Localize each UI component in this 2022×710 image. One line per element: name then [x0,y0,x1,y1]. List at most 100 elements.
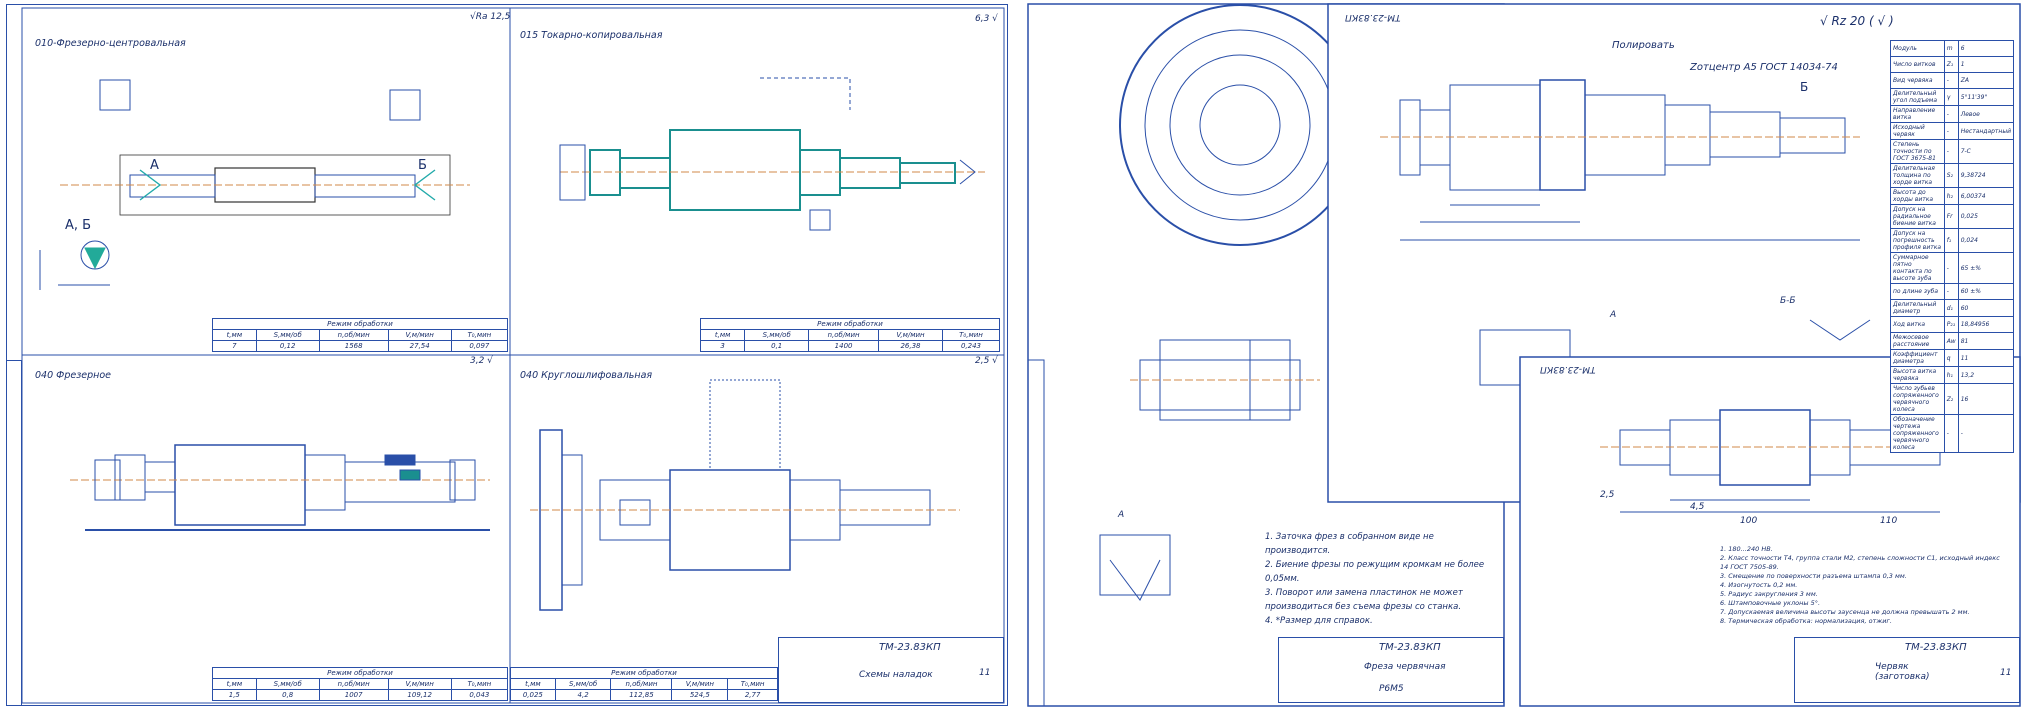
hob-cutter-drawing [1099,4,1361,601]
op010-part-drawing [39,79,470,290]
param-symbol: S₂ [1943,163,1959,188]
param-name: Делительная толщина по хорде витка [1890,163,1945,188]
param-value: 13,2 [1957,366,2015,384]
blank-note: 5. Радиус закругления 3 мм. [1720,590,1818,598]
param-name: по длине зуба [1890,283,1945,300]
op040-milling-title: 040 Фрезерное [35,370,111,381]
worm-callout-center: Zотцентр А5 ГОСТ 14034-74 [1690,62,1838,73]
param-symbol: q [1943,349,1959,367]
mode-cell: 26,38 [878,340,943,352]
drawing-linework [21,3,2021,707]
param-value: 9,38724 [1957,163,2015,188]
param-value: - [1957,414,2015,453]
param-symbol: m [1943,40,1959,57]
mode-cell: 112,85 [610,689,673,701]
blank-note: 3. Смещение по поверхности разъема штамп… [1720,572,1907,580]
param-value: 18,84956 [1957,316,2015,333]
mode-cell: 2,77 [727,689,778,701]
param-name: Допуск на погрешность профиля витка [1890,228,1945,253]
blank-note: 1. 180...240 НВ. [1720,545,1773,553]
mode-cell: 0,8 [255,689,320,701]
param-symbol: f₁ [1943,228,1959,253]
mode-cell: 1007 [318,689,389,701]
left-title-block: ТМ-23.83КП Схемы наладок 11 [778,637,1004,703]
mode-cell: 1400 [808,340,879,352]
mode-cell: 0,025 [510,689,556,701]
mode-header-time: T₀,мин [450,329,509,341]
param-name: Межосевое расстояние [1890,332,1945,350]
param-name: Допуск на радиальное биение витка [1890,204,1945,229]
param-value: Нестандартный [1957,122,2015,140]
op040-grinding-mode-table: Режим обработки t,мм S,мм/об n,об/мин V,… [510,667,778,701]
blank-dim-100: 100 [1740,516,1758,526]
op040-milling-mode-table: Режим обработки t,мм S,мм/об n,об/мин V,… [212,667,509,701]
op015-part-drawing [559,77,985,231]
hob-note: 2. Биение фрезы по режущим кромкам не бо… [1265,560,1485,584]
param-symbol: - [1943,122,1959,140]
mode-header-speed: n,об/мин [318,678,389,690]
mode-header-speed: n,об/мин [318,329,389,341]
param-value: 6 [1957,40,2015,57]
blank-dim-4-5: 4,5 [1690,502,1705,512]
view-label-b: Б [418,158,427,173]
worm-callout-b: Б [1800,80,1809,94]
mode-header-depth: t,мм [510,678,556,690]
worm-corner-code: ТМ-23.83КП [1345,12,1401,22]
param-name: Высота витка червяка [1890,366,1945,384]
mode-header-time: T₀,мин [450,678,509,690]
blank-note: 7. Допускаемая величина высоты заусенца … [1720,608,1970,616]
op040-grinding-roughness: 2,5 √ [975,356,998,366]
param-value: 60 ±% [1957,283,2015,300]
param-name: Число витков [1890,56,1945,73]
param-value: 65 ±% [1957,252,2015,284]
blank-dim-110: 110 [1880,516,1898,526]
hob-note: 1. Заточка фрез в собранном виде не прои… [1265,532,1434,556]
view-label-ab: А, Б [65,218,92,233]
param-name: Число зубьев сопряженного червячного кол… [1890,383,1945,415]
op010-roughness: √Ra 12,5 [470,12,511,22]
title-block-name: Червяк (заготовка) [1875,662,1930,682]
mode-cell: 7 [212,340,257,352]
hob-tech-notes: 1. Заточка фрез в собранном виде не прои… [1265,530,1495,628]
mode-header-speed: n,об/мин [610,678,673,690]
blank-dim-2-5: 2,5 [1600,490,1615,500]
mode-header-speed: n,об/мин [808,329,879,341]
param-value: 5°11'39" [1957,88,2015,106]
mode-cell: 109,12 [387,689,452,701]
mode-header-velocity: V,м/мин [387,329,452,341]
param-value: 6,00374 [1957,187,2015,205]
mode-header-depth: t,мм [212,678,257,690]
op010-mode-table: Режим обработки t,мм S,мм/об n,об/мин V,… [212,318,509,352]
param-value: 60 [1957,299,2015,317]
param-name: Высота до хорды витка [1890,187,1945,205]
mode-cell: 3 [699,340,746,352]
op015-mode-table: Режим обработки t,мм S,мм/об n,об/мин V,… [699,318,1000,352]
hob-view-label: А [1118,510,1125,520]
blank-note: 6. Штамповочные уклоны 5°. [1720,599,1821,607]
mode-cell: 0,043 [450,689,509,701]
param-symbol: Z₁ [1943,56,1959,73]
mode-header-feed: S,мм/об [255,329,320,341]
blank-title-block: ТМ-23.83КП Червяк (заготовка) 11 [1794,637,2020,703]
blank-note: 4. Изогнутость 0,2 мм. [1720,581,1798,589]
param-name: Направление витка [1890,105,1945,123]
mode-header-feed: S,мм/об [744,329,810,341]
worm-callout-polish: Полировать [1612,40,1675,51]
param-name: Коэффициент диаметра [1890,349,1945,367]
view-label-a: А [150,158,159,173]
param-value: 1 [1957,56,2015,73]
param-symbol: - [1943,105,1959,123]
mode-header-velocity: V,м/мин [878,329,943,341]
mode-table-title: Режим обработки [212,667,508,679]
param-value: 81 [1957,332,2015,350]
param-symbol: h₂ [1943,187,1959,205]
worm-roughness: √ Rz 20 ( √ ) [1820,14,1894,28]
worm-parameters-table: Модуль m 6 Число витков Z₁ 1 Вид червяка - ZA … [1890,40,2015,453]
mode-header-feed: S,мм/об [554,678,612,690]
mode-cell: 0,12 [255,340,320,352]
mode-cell: 0,1 [744,340,810,352]
param-value: 11 [1957,349,2015,367]
param-symbol: d₁ [1943,299,1959,317]
middle-binding-strip [1027,359,1045,707]
param-name: Делительный угол подъема [1890,88,1945,106]
